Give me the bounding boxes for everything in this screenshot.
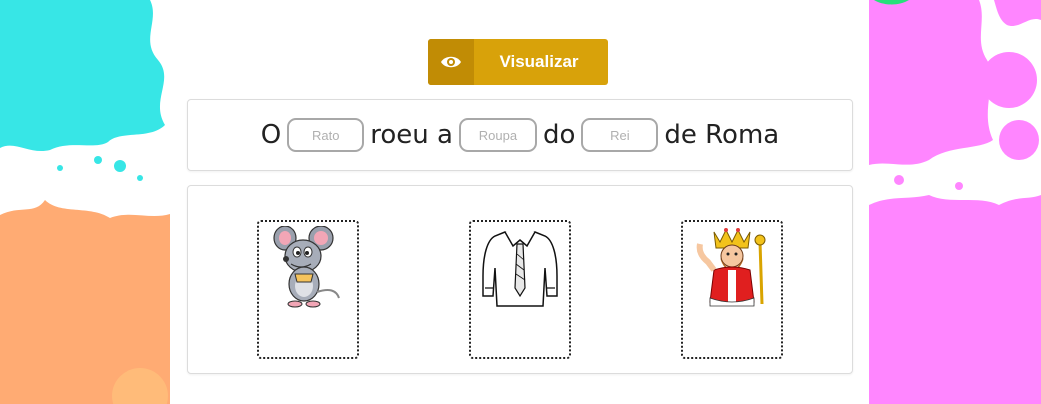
word-roeu-a: roeu a	[370, 120, 453, 150]
word-o: O	[260, 120, 282, 150]
visualizar-button[interactable]: Visualizar	[428, 39, 608, 85]
rat-card[interactable]	[257, 220, 359, 359]
blank-rato[interactable]: Rato	[287, 118, 365, 152]
word-do: do	[542, 120, 576, 150]
visualizar-label: Visualizar	[499, 52, 579, 71]
eye-icon	[428, 39, 474, 85]
blank-roupa[interactable]: Roupa	[458, 118, 537, 152]
blank-rei[interactable]: Rei	[581, 118, 659, 152]
right-paint-background	[869, 0, 1041, 404]
sentence-card: O Rato roeu a Roupa do Rei de Roma	[187, 99, 853, 171]
king-card[interactable]	[681, 220, 783, 359]
shirt-card[interactable]	[469, 220, 571, 359]
left-paint-background	[0, 0, 170, 404]
images-card	[187, 185, 853, 374]
shirt-image	[482, 231, 558, 307]
king-image	[696, 228, 766, 307]
word-de-roma: de Roma	[664, 120, 780, 150]
rat-image	[273, 226, 340, 308]
sentence: O Rato roeu a Roupa do Rei de Roma	[261, 118, 779, 152]
